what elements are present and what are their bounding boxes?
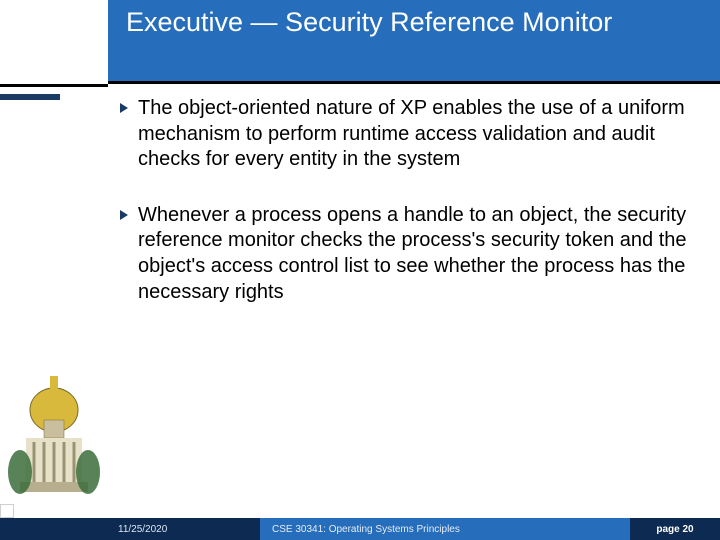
- slide-title: Executive — Security Reference Monitor: [126, 6, 702, 38]
- footer-page: page 20: [630, 518, 720, 540]
- slide-body: The object-oriented nature of XP enables…: [118, 96, 698, 335]
- bullet-list: The object-oriented nature of XP enables…: [118, 96, 698, 305]
- decorative-square: [0, 504, 14, 518]
- list-item: The object-oriented nature of XP enables…: [118, 96, 698, 173]
- accent-bar: [0, 94, 60, 100]
- footer-bar: 11/25/2020 CSE 30341: Operating Systems …: [0, 518, 720, 540]
- footer-course: CSE 30341: Operating Systems Principles: [260, 518, 630, 540]
- slide: Executive — Security Reference Monitor T…: [0, 0, 720, 540]
- footer-date: 11/25/2020: [0, 518, 260, 540]
- university-logo-icon: [6, 362, 102, 512]
- title-bar: Executive — Security Reference Monitor: [108, 0, 720, 84]
- list-item: Whenever a process opens a handle to an …: [118, 203, 698, 305]
